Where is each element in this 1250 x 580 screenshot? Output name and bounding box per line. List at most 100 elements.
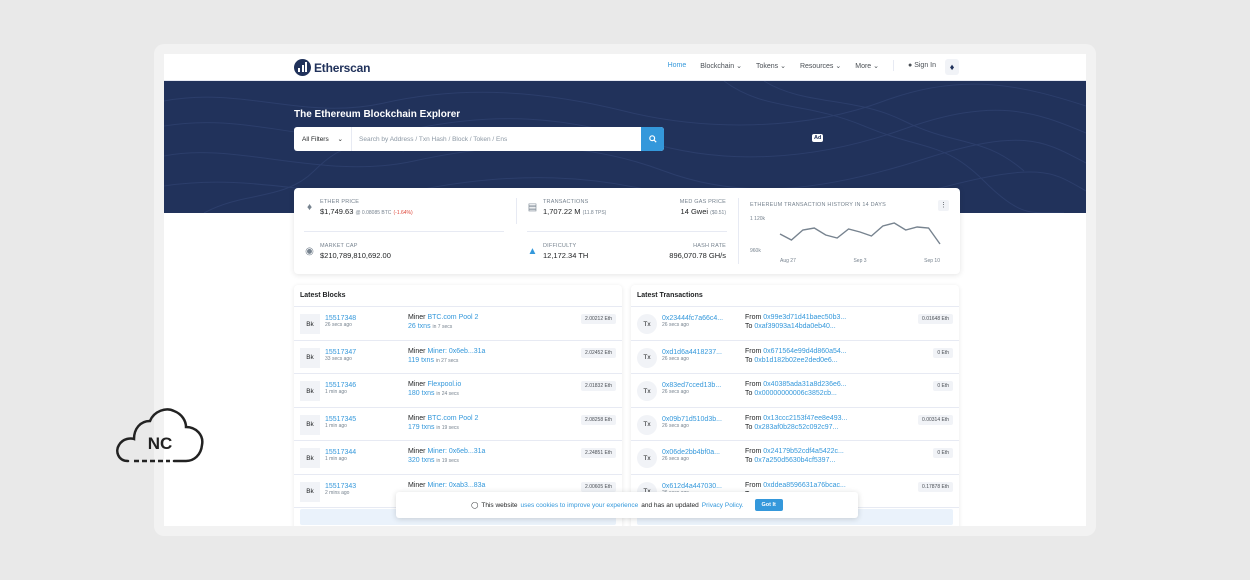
filter-label: All Filters <box>302 135 329 143</box>
block-row: Bk 15517346 1 min ago Miner Flexpool.io … <box>294 374 622 408</box>
search-input[interactable] <box>352 127 641 151</box>
transaction-history-chart: 1 120k 960k Aug 27 Sep 3 Sep 10 <box>750 216 941 264</box>
chart-y-tick-label: 960k <box>750 248 761 254</box>
to-address-link[interactable]: 0xb1d182b02ee2ded0e6... <box>754 357 837 364</box>
miner-link[interactable]: Miner: 0x6eb...31a <box>427 448 485 455</box>
to-address-link[interactable]: 0x00000000006c3852cb... <box>754 390 837 397</box>
block-row: Bk 15517345 1 min ago Miner BTC.com Pool… <box>294 408 622 441</box>
transactions-value[interactable]: 1,707.22 M <box>543 207 581 216</box>
block-reward: 2.01832 Eth <box>581 381 616 391</box>
transaction-row: Tx 0x23444fc7a66c4... 26 secs ago From 0… <box>631 307 959 341</box>
to-address-link[interactable]: 0x7a250d5630b4cf5397... <box>754 457 835 464</box>
block-reward: 2.00605 Eth <box>581 481 616 492</box>
block-reward: 2.08258 Eth <box>581 414 616 425</box>
tx-hash-link[interactable]: 0x06de2bb4bf0a... <box>662 449 720 456</box>
block-row: Bk 15517344 1 min ago Miner Miner: 0x6eb… <box>294 441 622 475</box>
tx-age: 26 secs ago <box>662 389 689 395</box>
from-address-link[interactable]: 0x671564e99d4d860a54... <box>763 348 846 355</box>
block-age: 2 mins ago <box>325 489 350 496</box>
tx-hash-link[interactable]: 0x09b71d510d3b... <box>662 416 722 423</box>
miner-prefix: Miner <box>408 481 426 489</box>
ad-badge[interactable]: Ad <box>812 134 824 142</box>
tx-hash-link[interactable]: 0xd1d6a4418237... <box>662 349 722 356</box>
nav-home[interactable]: Home <box>668 62 687 71</box>
sign-in-link[interactable]: ● Sign In <box>908 62 936 71</box>
block-number-link[interactable]: 15517347 <box>325 349 356 356</box>
divider <box>738 198 739 264</box>
from-address-link[interactable]: 0x24179b52cdf4a5422c... <box>763 448 844 455</box>
to-address-link[interactable]: 0x283af0b28c52c092c97... <box>754 424 838 431</box>
block-badge: Bk <box>300 481 320 502</box>
txns-link[interactable]: 26 txns <box>408 323 431 330</box>
cookie-text-prefix: This website <box>481 501 518 509</box>
nav-more[interactable]: More ⌄ <box>855 62 879 71</box>
gas-price-stat: MED GAS PRICE 14 Gwei ($0.51) <box>654 199 726 216</box>
from-address-link[interactable]: 0xddea8596631a76bcac... <box>763 482 846 489</box>
nav-divider <box>893 60 895 71</box>
got-it-button[interactable]: Got It <box>754 499 783 511</box>
miner-link[interactable]: Miner: 0xab3...83a <box>427 482 485 489</box>
transactions-tps: (11.8 TPS) <box>582 210 607 216</box>
privacy-policy-link[interactable]: Privacy Policy. <box>702 502 744 509</box>
browser-page: Etherscan Home Blockchain ⌄ Tokens ⌄ Res… <box>164 54 1086 526</box>
server-icon: ▤ <box>527 202 538 213</box>
block-number-link[interactable]: 15517344 <box>325 449 356 456</box>
latest-transactions-panel: Latest Transactions Tx 0x23444fc7a66c4..… <box>631 285 959 526</box>
hero-title: The Ethereum Blockchain Explorer <box>294 109 461 120</box>
tx-hash-link[interactable]: 0x83ed7cced13b... <box>662 382 721 389</box>
nav-tokens[interactable]: Tokens ⌄ <box>756 62 786 71</box>
user-icon: ● <box>908 62 913 69</box>
block-reward: 2.02452 Eth <box>581 347 616 358</box>
tx-amount: 0.00314 Eth <box>918 414 953 425</box>
nav-blockchain[interactable]: Blockchain ⌄ <box>700 62 742 71</box>
txns-link[interactable]: 320 txns <box>408 457 434 464</box>
cookie-policy-link[interactable]: uses cookies to improve your experience <box>521 502 639 509</box>
search-filter-select[interactable]: All Filters ⌄ <box>294 127 352 151</box>
from-address-link[interactable]: 0x13ccc2153f47ee8e493... <box>763 415 847 422</box>
chart-menu-button[interactable]: ⋮ <box>938 200 949 211</box>
block-row: Bk 15517347 33 secs ago Miner Miner: 0x6… <box>294 341 622 374</box>
txns-link[interactable]: 179 txns <box>408 424 434 431</box>
divider <box>527 231 727 232</box>
from-address-link[interactable]: 0x40385ada31a8d236e6... <box>763 381 846 388</box>
market-cap-label: MARKET CAP <box>320 243 358 249</box>
block-number-link[interactable]: 15517348 <box>325 315 356 322</box>
block-number-link[interactable]: 15517345 <box>325 416 356 423</box>
miner-prefix: Miner <box>408 314 426 321</box>
miner-link[interactable]: BTC.com Pool 2 <box>427 314 478 321</box>
to-address-link[interactable]: 0xaf39093a14bda0eb40... <box>754 323 835 330</box>
block-age: 33 secs ago <box>325 355 352 362</box>
divider <box>516 198 517 224</box>
latest-blocks-title: Latest Blocks <box>294 285 622 307</box>
txns-link[interactable]: 180 txns <box>408 390 434 397</box>
logo-text: Etherscan <box>314 60 371 75</box>
gas-price-value[interactable]: 14 Gwei <box>681 207 709 216</box>
miner-link[interactable]: Miner: 0x6eb...31a <box>427 348 485 355</box>
tx-hash-link[interactable]: 0x612d4a447030... <box>662 483 722 490</box>
miner-link[interactable]: BTC.com Pool 2 <box>427 415 478 422</box>
tx-badge: Tx <box>637 381 657 401</box>
etherscan-logo[interactable]: Etherscan <box>294 59 370 76</box>
miner-prefix: Miner <box>408 448 426 455</box>
block-badge: Bk <box>300 347 320 368</box>
gas-price-usd: ($0.51) <box>710 210 726 216</box>
search-button[interactable] <box>641 127 664 151</box>
tx-hash-link[interactable]: 0x23444fc7a66c4... <box>662 315 723 322</box>
ethereum-network-icon[interactable]: ♦ <box>945 59 959 75</box>
block-number-link[interactable]: 15517346 <box>325 382 356 389</box>
tx-age: 26 secs ago <box>662 422 689 429</box>
hash-rate-label: HASH RATE <box>693 243 726 249</box>
block-age: 1 min ago <box>325 456 347 462</box>
block-number-link[interactable]: 15517343 <box>325 483 356 490</box>
ether-price-stat: ♦ ETHER PRICE $1,749.63 @ 0.08085 BTC (-… <box>304 199 413 216</box>
search-bar: All Filters ⌄ <box>294 127 664 151</box>
transactions-stat: ▤ TRANSACTIONS 1,707.22 M (11.8 TPS) <box>527 199 607 216</box>
nav-resources[interactable]: Resources ⌄ <box>800 62 841 71</box>
txns-link[interactable]: 119 txns <box>408 357 434 364</box>
difficulty-value: 12,172.34 TH <box>543 251 589 260</box>
block-badge: Bk <box>300 414 320 435</box>
miner-link[interactable]: Flexpool.io <box>427 381 461 388</box>
tx-badge: Tx <box>637 347 657 368</box>
from-address-link[interactable]: 0x99e3d71d41baec50b3... <box>763 314 846 321</box>
txn-time: in 24 secs <box>436 391 459 397</box>
